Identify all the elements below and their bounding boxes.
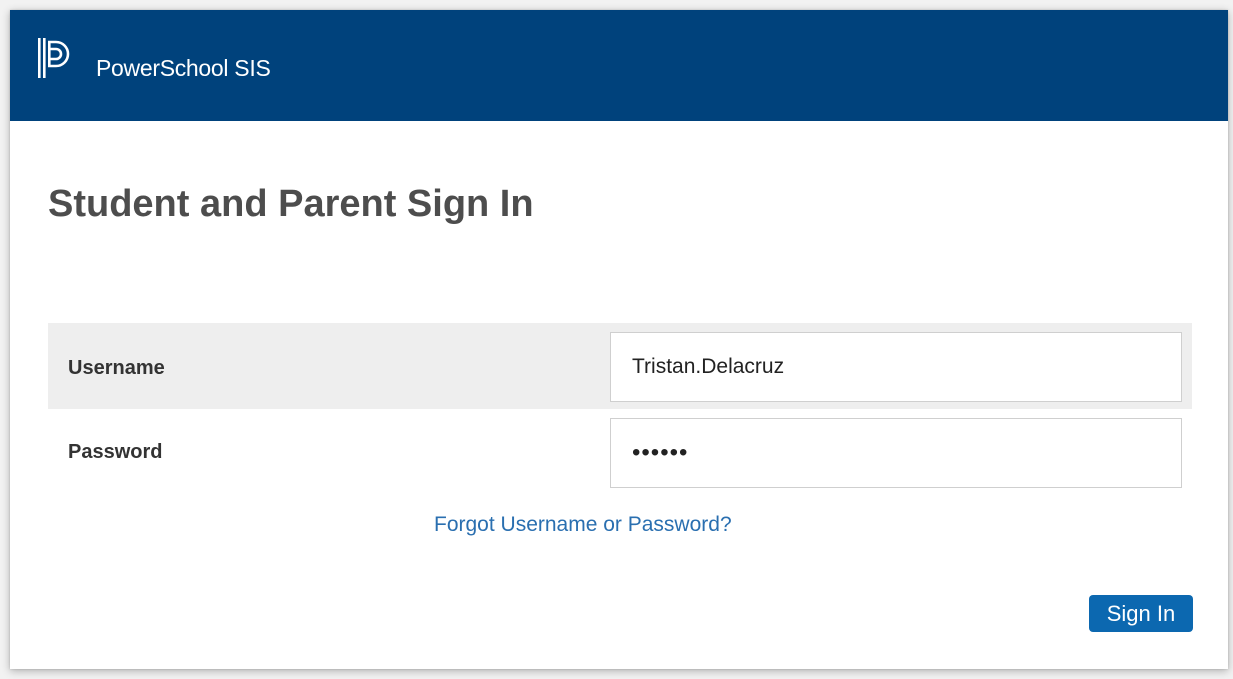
sign-in-card: PowerSchool SIS Student and Parent Sign … xyxy=(10,10,1228,669)
brand-name: PowerSchool SIS xyxy=(96,55,271,81)
password-row: Password xyxy=(48,409,1192,495)
app-header: PowerSchool SIS xyxy=(10,10,1228,121)
page-title: Student and Parent Sign In xyxy=(48,183,534,225)
password-label: Password xyxy=(68,441,163,463)
username-row: Username xyxy=(48,323,1192,409)
forgot-credentials-link[interactable]: Forgot Username or Password? xyxy=(434,513,732,537)
sign-in-button[interactable]: Sign In xyxy=(1089,595,1193,632)
password-field[interactable] xyxy=(610,418,1182,488)
username-field[interactable] xyxy=(610,332,1182,402)
username-label: Username xyxy=(68,357,165,379)
powerschool-p-logo-icon xyxy=(38,38,70,78)
